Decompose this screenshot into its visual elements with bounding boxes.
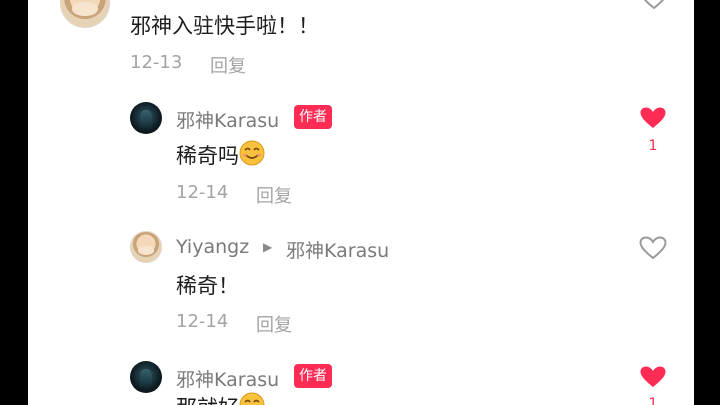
reply-to-arrow-icon: ▶	[263, 240, 273, 254]
comment-text-content: 稀奇吗	[176, 144, 239, 168]
username[interactable]: 邪神Karasu	[176, 365, 279, 392]
avatar[interactable]	[130, 361, 162, 393]
reply-button[interactable]: 回复	[256, 311, 292, 337]
like-count: 1	[648, 396, 658, 405]
reply-button[interactable]: 回复	[210, 52, 246, 78]
comment-text: 稀奇！	[176, 274, 239, 298]
like-count: 1	[648, 138, 658, 154]
comment-date: 12-14	[176, 311, 229, 332]
smiling-emoji-icon	[239, 392, 265, 405]
comment-date: 12-14	[176, 182, 229, 203]
author-badge: 作者	[294, 364, 332, 388]
heart-outline-icon[interactable]	[639, 236, 667, 260]
avatar[interactable]	[130, 231, 162, 263]
comment-date: 12-13	[130, 52, 183, 73]
username[interactable]: Yiyangz	[176, 236, 249, 258]
comment-text: 那就好	[176, 392, 265, 405]
comment-text: 邪神入驻快手啦！！	[130, 14, 319, 38]
heart-filled-icon[interactable]	[639, 365, 667, 389]
avatar[interactable]	[60, 0, 110, 28]
comment-text: 稀奇吗	[176, 140, 265, 170]
username[interactable]: 邪神Karasu	[176, 106, 279, 133]
avatar[interactable]	[130, 102, 162, 134]
author-badge: 作者	[294, 105, 332, 129]
reply-button[interactable]: 回复	[256, 182, 292, 208]
heart-filled-icon[interactable]	[639, 106, 667, 130]
smiling-emoji-icon	[239, 140, 265, 166]
reply-to-username[interactable]: 邪神Karasu	[286, 236, 389, 263]
heart-outline-icon[interactable]	[640, 0, 668, 10]
comment-panel: 邪神入驻快手啦！！ 12-13 回复 邪神Karasu 作者 稀奇吗 12-14…	[28, 0, 694, 405]
comment-text-content: 那就好	[176, 396, 239, 405]
